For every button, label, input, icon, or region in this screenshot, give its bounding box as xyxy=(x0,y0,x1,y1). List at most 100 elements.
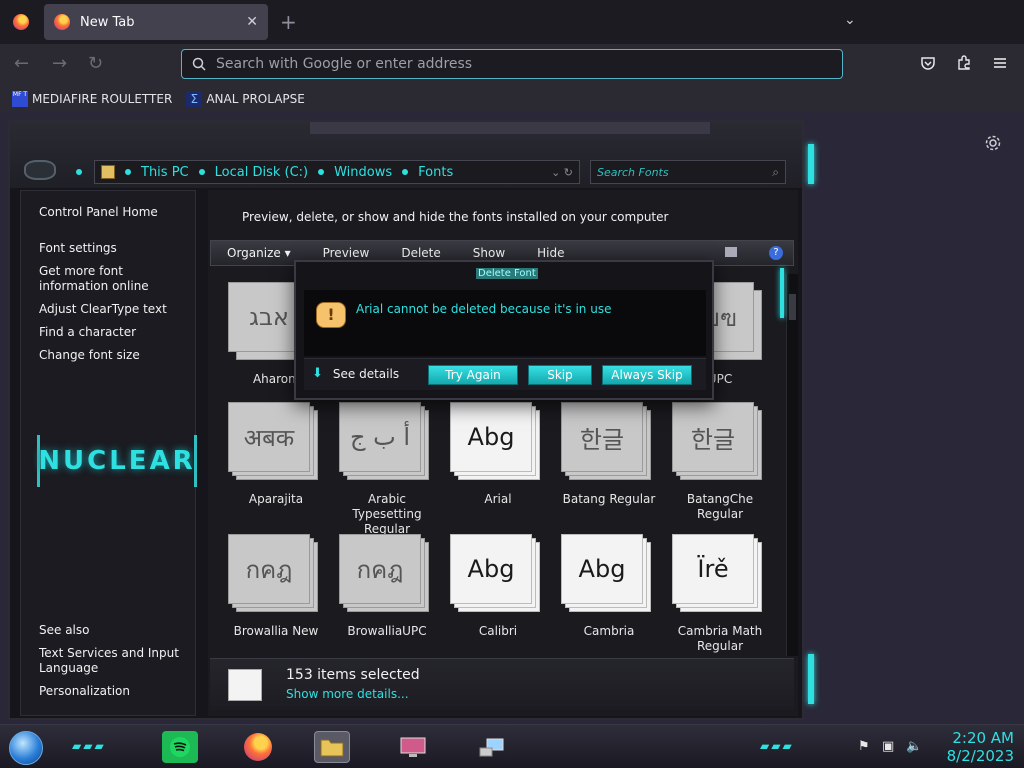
see-details-toggle[interactable]: ⬇ See details xyxy=(312,366,399,381)
breadcrumb-windows[interactable]: Windows xyxy=(318,165,392,180)
breadcrumb-local-disk[interactable]: Local Disk (C:) xyxy=(198,165,308,180)
font-item[interactable]: กคฎ BrowalliaUPC xyxy=(335,530,439,654)
clock-time: 2:20 AM xyxy=(952,729,1014,747)
back-button[interactable]: ← xyxy=(14,54,29,74)
delete-button[interactable]: Delete xyxy=(385,246,456,260)
taskbar-accent: ▰▰▰ xyxy=(760,739,794,753)
font-sample: أ ب ج xyxy=(339,402,421,472)
font-item[interactable]: 한글 Batang Regular xyxy=(557,398,661,522)
pocket-icon[interactable] xyxy=(920,55,936,71)
firefox-taskbar-button[interactable] xyxy=(240,731,276,763)
link-more-font-info[interactable]: Get more font information online xyxy=(39,264,189,294)
view-options-icon[interactable] xyxy=(725,247,737,257)
try-again-button[interactable]: Try Again xyxy=(428,365,518,385)
window-accent xyxy=(808,654,814,704)
font-item[interactable]: Abg Cambria xyxy=(557,530,661,654)
font-item[interactable]: Ïrě Cambria Math Regular xyxy=(668,530,772,654)
link-font-settings[interactable]: Font settings xyxy=(39,241,189,256)
explorer-taskbar-button[interactable] xyxy=(314,731,350,763)
always-skip-button[interactable]: Always Skip xyxy=(602,365,692,385)
navigation-toolbar: ← → ↻ xyxy=(0,44,1024,86)
back-forward-orb[interactable] xyxy=(24,160,56,180)
font-item[interactable]: Abg Calibri xyxy=(446,530,550,654)
vertical-scrollbar[interactable] xyxy=(786,274,798,656)
help-icon[interactable]: ? xyxy=(769,246,783,260)
tab-strip: New Tab ✕ + ⌄ xyxy=(0,0,1024,44)
skip-button[interactable]: Skip xyxy=(528,365,592,385)
search-fonts-input[interactable] xyxy=(591,161,761,184)
font-name: Cambria Math Regular xyxy=(677,624,763,653)
link-control-panel-home[interactable]: Control Panel Home xyxy=(39,205,189,220)
breadcrumb-this-pc[interactable]: This PC xyxy=(125,165,189,180)
font-preview: Ïrě xyxy=(670,532,766,616)
close-tab-icon[interactable]: ✕ xyxy=(246,14,258,30)
bookmark-mediafire[interactable]: MF T MEDIAFIRE ROULETTER xyxy=(12,91,172,107)
firefox-icon xyxy=(54,14,70,30)
window-accent xyxy=(780,268,784,318)
see-also-heading: See also xyxy=(39,623,90,637)
font-item[interactable]: अबक Aparajita xyxy=(224,398,328,522)
font-item[interactable]: 한글 BatangChe Regular xyxy=(668,398,772,522)
separator-dot-icon xyxy=(198,169,205,175)
font-preview: أ ب ج xyxy=(337,400,433,484)
scrollbar-thumb[interactable] xyxy=(789,294,796,320)
dialog-message-area: ! Arial cannot be deleted because it's i… xyxy=(304,290,706,356)
extensions-icon[interactable] xyxy=(956,55,972,71)
list-all-tabs-button[interactable]: ⌄ xyxy=(844,12,856,28)
nuclear-logo: NUCLEAR xyxy=(37,435,197,487)
font-preview: 한글 xyxy=(559,400,655,484)
link-find-character[interactable]: Find a character xyxy=(39,325,189,340)
preview-button[interactable]: Preview xyxy=(307,246,386,260)
font-sample: 한글 xyxy=(561,402,643,472)
address-controls[interactable]: ⌄ ↻ xyxy=(551,166,573,179)
font-name: Aparajita xyxy=(248,492,304,506)
spotify-taskbar-button[interactable] xyxy=(162,731,198,763)
link-adjust-cleartype[interactable]: Adjust ClearType text xyxy=(39,302,189,317)
font-name: BatangChe Regular xyxy=(686,492,754,521)
window-accent xyxy=(808,144,814,184)
gear-icon[interactable] xyxy=(984,134,1002,152)
tab-new-tab[interactable]: New Tab ✕ xyxy=(44,4,268,40)
forward-button[interactable]: → xyxy=(52,54,67,74)
organize-button[interactable]: Organize ▾ xyxy=(211,246,307,260)
window-header: This PC Local Disk (C:) Windows Fonts ⌄ … xyxy=(10,122,802,188)
menu-icon[interactable] xyxy=(992,55,1008,71)
show-more-details-link[interactable]: Show more details... xyxy=(286,687,409,701)
font-sample: กคฎ xyxy=(228,534,310,604)
delete-font-dialog: Delete Font ! Arial cannot be deleted be… xyxy=(294,260,714,400)
search-fonts-box[interactable]: ⌕ xyxy=(590,160,786,184)
font-sample: Abg xyxy=(450,402,532,472)
url-input[interactable] xyxy=(216,56,816,72)
font-item[interactable]: กคฎ Browallia New xyxy=(224,530,328,654)
volume-icon[interactable]: 🔈 xyxy=(906,739,922,754)
font-item[interactable]: Abg Arial xyxy=(446,398,550,522)
nav-dot-icon xyxy=(76,169,82,175)
font-sample: 한글 xyxy=(672,402,754,472)
system-clock[interactable]: 2:20 AM 8/2/2023 xyxy=(930,729,1014,765)
firefox-icon xyxy=(244,733,272,761)
link-change-font-size[interactable]: Change font size xyxy=(39,348,189,363)
pinned-tab[interactable] xyxy=(0,0,42,44)
start-button[interactable] xyxy=(9,731,43,765)
reload-button[interactable]: ↻ xyxy=(88,54,103,74)
address-bar[interactable]: This PC Local Disk (C:) Windows Fonts ⌄ … xyxy=(94,160,580,184)
new-tab-button[interactable]: + xyxy=(280,10,297,34)
network-icon xyxy=(479,738,504,757)
spotify-icon xyxy=(170,737,190,757)
show-button[interactable]: Show xyxy=(457,246,521,260)
mediafire-icon: MF T xyxy=(12,91,28,107)
bookmark-second[interactable]: Σ ANAL PROLAPSE xyxy=(186,91,305,107)
link-text-services[interactable]: Text Services and Input Language xyxy=(39,646,189,676)
font-item[interactable]: أ ب ج Arabic Typesetting Regular xyxy=(335,398,439,536)
details-pane: 153 items selected Show more details... xyxy=(210,658,794,710)
display-settings-taskbar-button[interactable] xyxy=(396,731,432,763)
taskbar-accent: ▰▰▰ xyxy=(72,739,106,753)
link-personalization[interactable]: Personalization xyxy=(39,684,189,699)
hide-button[interactable]: Hide xyxy=(521,246,580,260)
network-taskbar-button[interactable] xyxy=(474,731,510,763)
breadcrumb-fonts[interactable]: Fonts xyxy=(402,165,453,180)
url-bar[interactable] xyxy=(181,49,843,79)
monitor-icon xyxy=(400,737,426,757)
network-tray-icon[interactable]: ▣ xyxy=(882,739,894,754)
action-center-flag-icon[interactable]: ⚑ xyxy=(858,739,870,754)
